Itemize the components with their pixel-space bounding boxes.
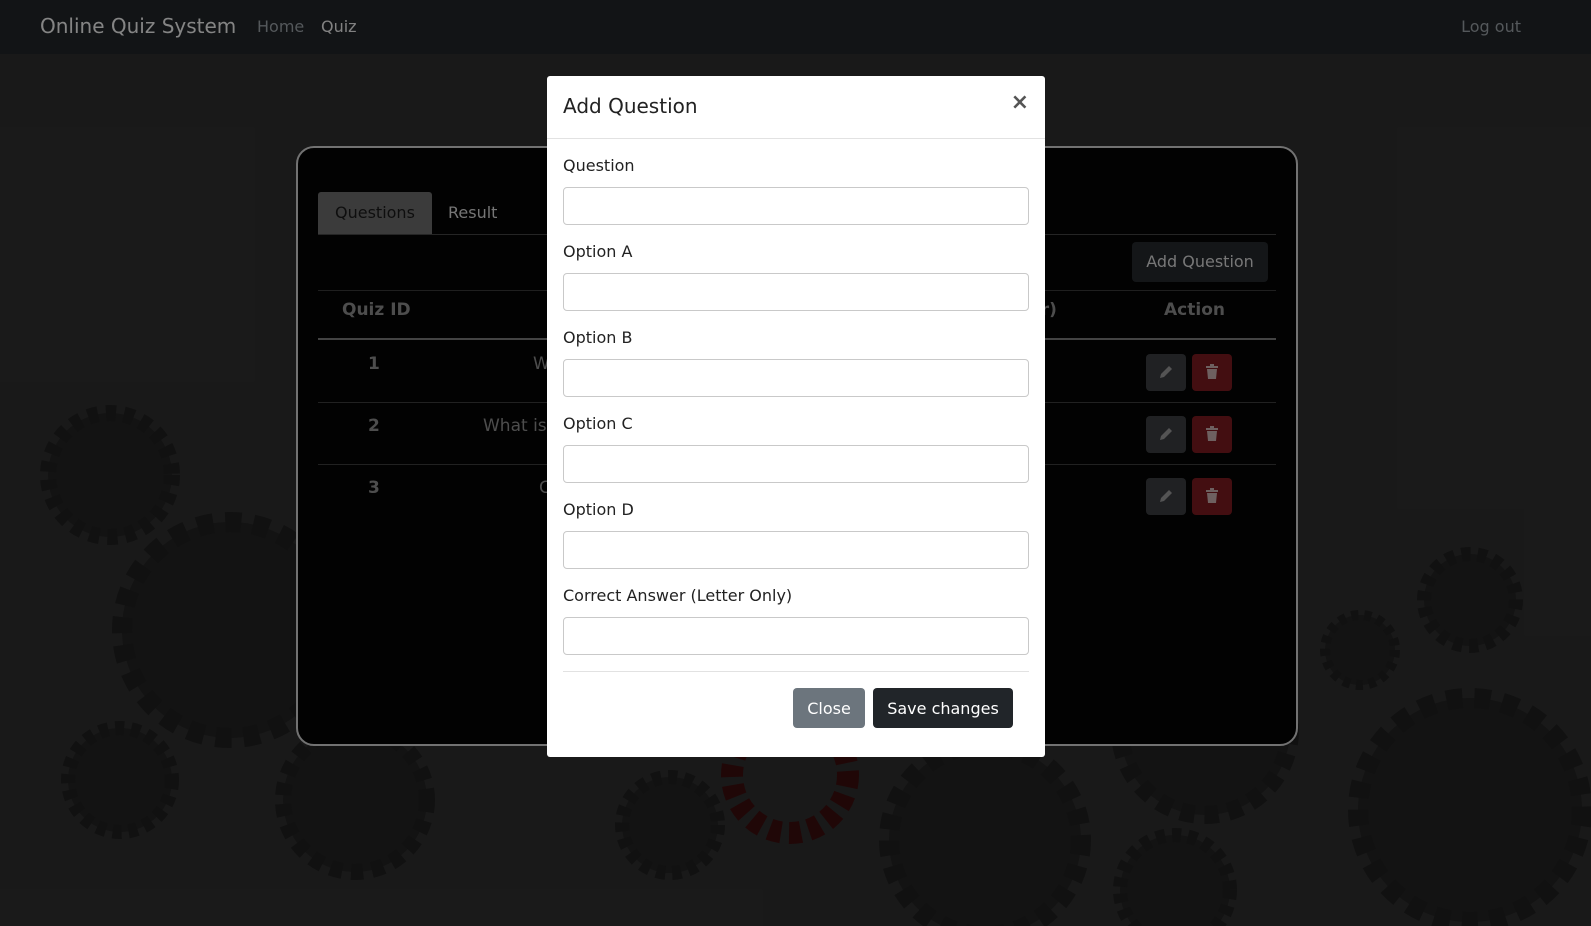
- close-button[interactable]: Close: [793, 688, 865, 728]
- modal-footer-divider: [563, 671, 1029, 672]
- option-d-input[interactable]: [563, 531, 1029, 569]
- close-icon[interactable]: ×: [1011, 90, 1029, 115]
- add-question-modal: Add Question × Question Option A Option …: [547, 76, 1045, 757]
- option-b-label: Option B: [563, 328, 633, 347]
- correct-answer-input[interactable]: [563, 617, 1029, 655]
- save-changes-button[interactable]: Save changes: [873, 688, 1013, 728]
- option-c-label: Option C: [563, 414, 633, 433]
- question-input[interactable]: [563, 187, 1029, 225]
- option-a-input[interactable]: [563, 273, 1029, 311]
- option-b-input[interactable]: [563, 359, 1029, 397]
- modal-title: Add Question: [563, 94, 698, 118]
- option-a-label: Option A: [563, 242, 633, 261]
- option-d-label: Option D: [563, 500, 634, 519]
- question-label: Question: [563, 156, 635, 175]
- modal-header: Add Question ×: [547, 76, 1045, 139]
- option-c-input[interactable]: [563, 445, 1029, 483]
- correct-answer-label: Correct Answer (Letter Only): [563, 586, 793, 605]
